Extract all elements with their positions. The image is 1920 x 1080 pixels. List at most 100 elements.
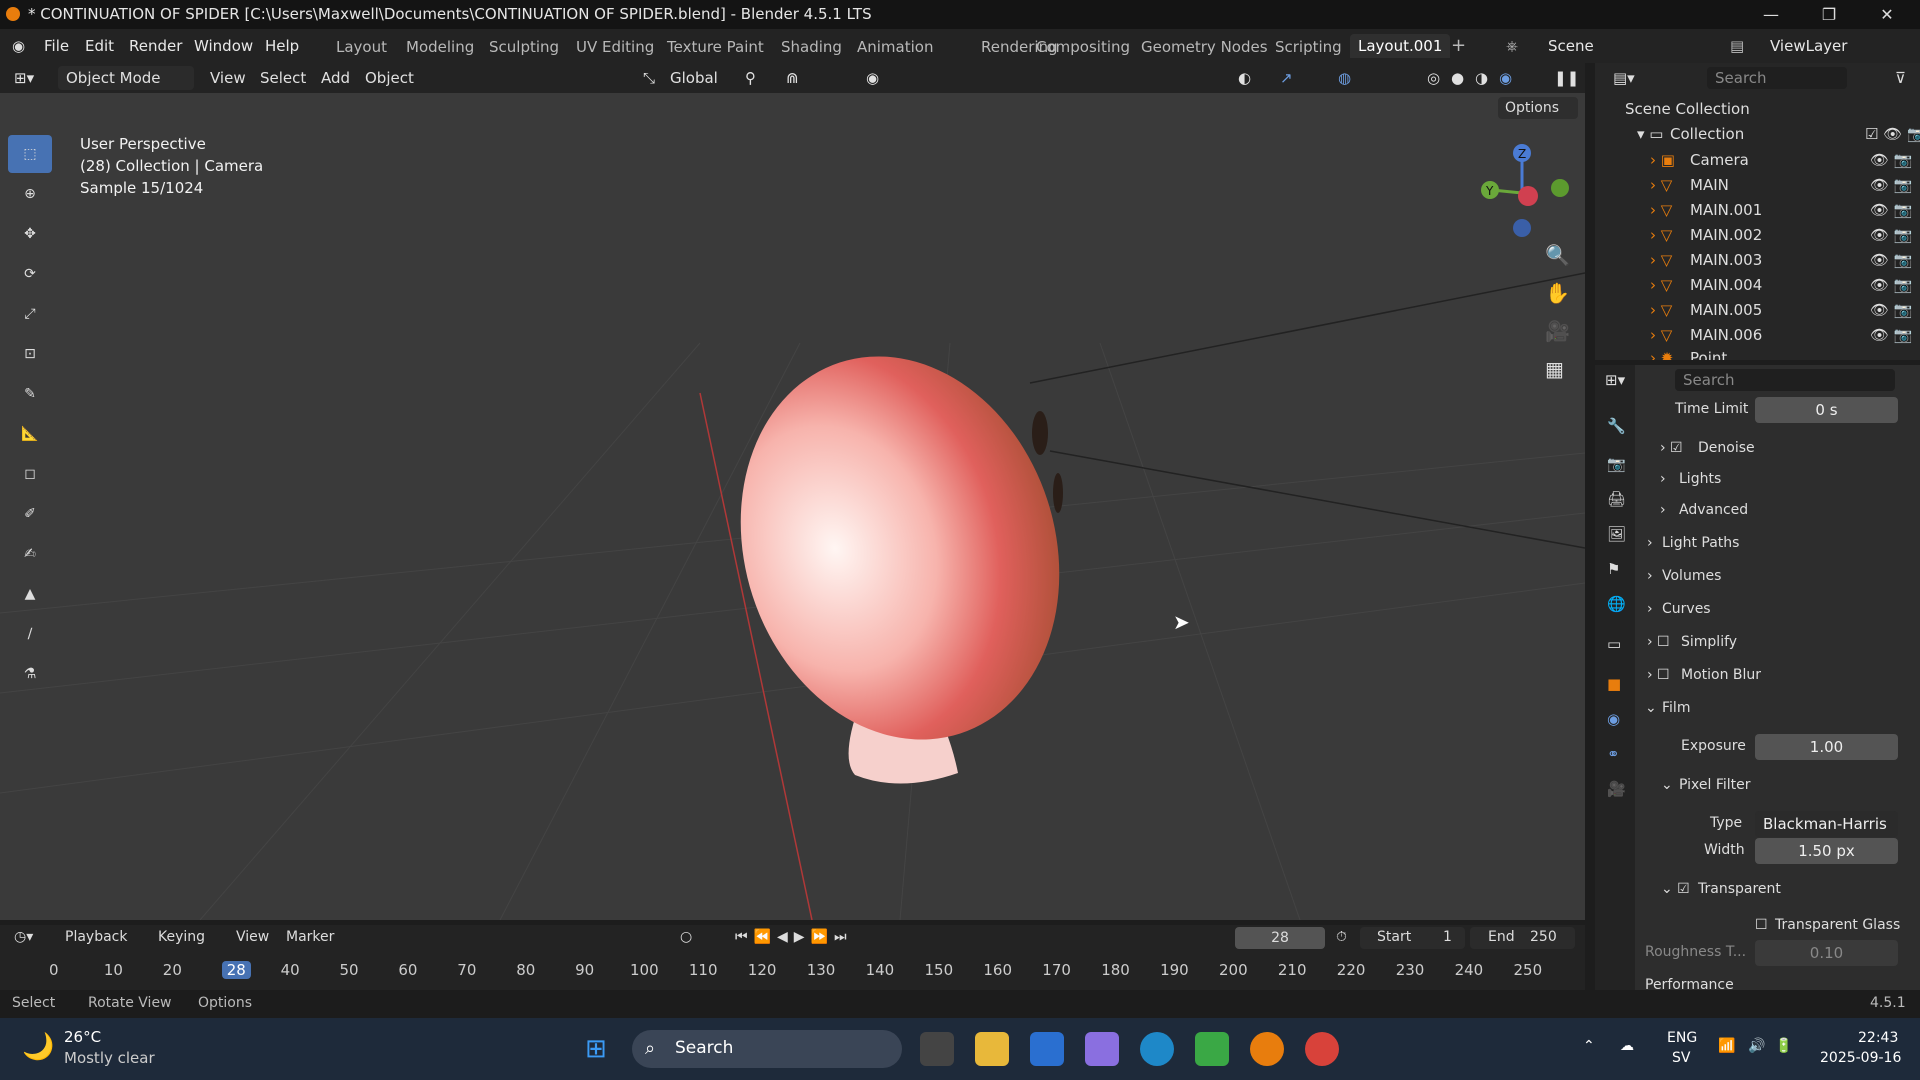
visibility-toggles[interactable]: 👁 📷 — [1870, 201, 1913, 219]
outliner-item-main-006[interactable]: › ▽ MAIN.006 👁 📷 — [1595, 324, 1920, 349]
tab-scripting[interactable]: Scripting — [1275, 38, 1342, 56]
collection-row[interactable]: ▾ ▭ Collection ☑ 👁 📷 — [1595, 123, 1920, 148]
weather-icon[interactable]: 🌙 — [22, 1032, 54, 1062]
rendered-shading-icon[interactable]: ◉ — [1499, 69, 1512, 87]
outliner-item-main-005[interactable]: › ▽ MAIN.005 👁 📷 — [1595, 299, 1920, 324]
editor-type-icon[interactable]: ⊞▾ — [14, 69, 34, 87]
menu-edit[interactable]: Edit — [85, 37, 114, 55]
onedrive-icon[interactable]: ☁ — [1620, 1038, 1634, 1054]
motion-blur-checkbox[interactable]: › ☐ — [1647, 667, 1670, 683]
annotate-tool[interactable]: ✎ — [8, 375, 52, 413]
marker-menu[interactable]: Marker — [286, 929, 334, 945]
object-tab-icon[interactable]: ■ — [1607, 675, 1621, 693]
overlay-icon[interactable]: ◍ — [1338, 69, 1351, 87]
outliner-item-main-003[interactable]: › ▽ MAIN.003 👁 📷 — [1595, 249, 1920, 274]
simplify-checkbox[interactable]: › ☐ — [1647, 634, 1670, 650]
orientation-dropdown[interactable]: Global — [670, 69, 718, 87]
lights-expand[interactable]: › — [1660, 471, 1666, 487]
edge-icon[interactable] — [1140, 1032, 1174, 1066]
keying-menu[interactable]: Keying — [158, 929, 205, 945]
visibility-toggles[interactable]: 👁 📷 — [1870, 176, 1913, 194]
pixel-filter-expand[interactable]: ⌄ — [1661, 777, 1673, 793]
denoise-checkbox[interactable]: › ☑ — [1660, 440, 1683, 456]
select-menu[interactable]: Select — [260, 69, 306, 87]
render-tab-icon[interactable]: 📷 — [1607, 455, 1626, 473]
timeline-view-menu[interactable]: View — [236, 929, 269, 945]
outliner-editor-icon[interactable]: ▤▾ — [1613, 69, 1635, 87]
scale-tool[interactable]: ⤢ — [8, 295, 52, 333]
time-limit-field[interactable]: 0 s — [1755, 397, 1898, 423]
tab-compositing[interactable]: Compositing — [1036, 38, 1130, 56]
tab-geometry-nodes[interactable]: Geometry Nodes — [1141, 38, 1268, 56]
utorrent-icon[interactable] — [1195, 1032, 1229, 1066]
scene-tab-icon[interactable]: ⚑ — [1607, 560, 1620, 578]
advanced-expand[interactable]: › — [1660, 502, 1666, 518]
zoom-icon[interactable]: 🔍 — [1545, 243, 1570, 267]
object-menu[interactable]: Object — [365, 69, 414, 87]
roughness-field[interactable]: 0.10 — [1755, 940, 1898, 966]
copilot-icon[interactable] — [1085, 1032, 1119, 1066]
language-code[interactable]: ENG — [1667, 1030, 1697, 1046]
task-view-icon[interactable] — [920, 1032, 954, 1066]
volumes-expand[interactable]: › — [1647, 568, 1653, 584]
filter-type-dropdown[interactable]: Blackman-Harris — [1755, 811, 1898, 837]
visibility-toggles[interactable]: 👁 📷 — [1870, 326, 1913, 344]
start-field[interactable]: 1 — [1443, 929, 1452, 945]
playback-menu[interactable]: Playback — [65, 929, 127, 945]
navigation-gizmo[interactable]: Z Y — [1470, 138, 1580, 238]
orientation-icon[interactable]: ⤡ — [643, 69, 655, 87]
properties-editor-icon[interactable]: ⊞▾ — [1605, 371, 1625, 389]
minimize-icon[interactable]: — — [1748, 0, 1794, 29]
tab-layout-001[interactable]: Layout.001 — [1350, 34, 1451, 58]
measure-tool[interactable]: 📐 — [8, 415, 52, 453]
end-field[interactable]: 250 — [1530, 929, 1557, 945]
constraints-tab-icon[interactable]: ⚭ — [1607, 745, 1620, 763]
tray-chevron-icon[interactable]: ⌃ — [1583, 1038, 1595, 1054]
maximize-icon[interactable]: ❐ — [1806, 0, 1852, 29]
tab-shading[interactable]: Shading — [781, 38, 842, 56]
wifi-icon[interactable]: 📶 — [1718, 1038, 1735, 1054]
tool-tab-icon[interactable]: 🔧 — [1607, 417, 1626, 435]
select-box-tool[interactable]: ⬚ — [8, 135, 52, 173]
tab-texture-paint[interactable]: Texture Paint — [667, 38, 764, 56]
tab-modeling[interactable]: Modeling — [406, 38, 474, 56]
taskbar-search[interactable] — [632, 1030, 902, 1068]
camera-view-icon[interactable]: 🎥 — [1545, 319, 1570, 343]
battery-icon[interactable]: 🔋 — [1775, 1038, 1792, 1054]
visibility-toggles[interactable]: 👁 📷 — [1870, 301, 1913, 319]
collection-tab-icon[interactable]: ▭ — [1607, 635, 1621, 653]
exposure-field[interactable]: 1.00 — [1755, 734, 1898, 760]
visibility-toggles[interactable]: 👁 📷 — [1870, 251, 1913, 269]
add-workspace-icon[interactable]: + — [1451, 35, 1466, 56]
snap-icon[interactable]: ⋒ — [786, 69, 799, 87]
physics-tab-icon[interactable]: ◉ — [1607, 710, 1620, 728]
file-explorer-icon[interactable] — [975, 1032, 1009, 1066]
film-expand[interactable]: ⌄ — [1645, 700, 1657, 716]
auto-key-icon[interactable]: ○ — [680, 929, 692, 945]
outliner-item-main-001[interactable]: › ▽ MAIN.001 👁 📷 — [1595, 199, 1920, 224]
menu-window[interactable]: Window — [194, 37, 253, 55]
volume-icon[interactable]: 🔊 — [1748, 1038, 1765, 1054]
pan-hand-icon[interactable]: ✋ — [1545, 281, 1570, 305]
collection-visibility[interactable]: ☑ 👁 📷 — [1865, 125, 1920, 143]
sample-tool[interactable]: ⚗ — [8, 655, 52, 693]
outliner-item-main-004[interactable]: › ▽ MAIN.004 👁 📷 — [1595, 274, 1920, 299]
fill-tool[interactable]: ▲ — [8, 575, 52, 613]
perspective-grid-icon[interactable]: ▦ — [1545, 357, 1564, 381]
brush-tool[interactable]: ✐ — [8, 495, 52, 533]
scene-icon[interactable]: ⎈ — [1506, 37, 1518, 55]
transparent-glass-checkbox[interactable]: ☐ — [1755, 917, 1768, 933]
menu-render[interactable]: Render — [129, 37, 182, 55]
tab-sculpting[interactable]: Sculpting — [489, 38, 559, 56]
paint-tool[interactable]: ✍ — [8, 535, 52, 573]
view-layer-tab-icon[interactable]: 🖼 — [1607, 525, 1626, 543]
filter-icon[interactable]: ⊽ — [1895, 69, 1906, 87]
pause-render-icon[interactable]: ❚❚ — [1554, 69, 1579, 87]
view-layer-name[interactable]: ViewLayer — [1770, 37, 1847, 55]
keyboard-layout[interactable]: SV — [1672, 1050, 1690, 1066]
transform-tool[interactable]: ⊡ — [8, 335, 52, 373]
add-cube-tool[interactable]: ◻ — [8, 455, 52, 493]
frame-ruler[interactable]: 0 10 20 28 40 50 60 70 80 90 100 110 120 130 140 150 160… — [0, 958, 1585, 988]
pivot-icon[interactable]: ⚲ — [745, 69, 756, 87]
view-menu[interactable]: View — [210, 69, 246, 87]
